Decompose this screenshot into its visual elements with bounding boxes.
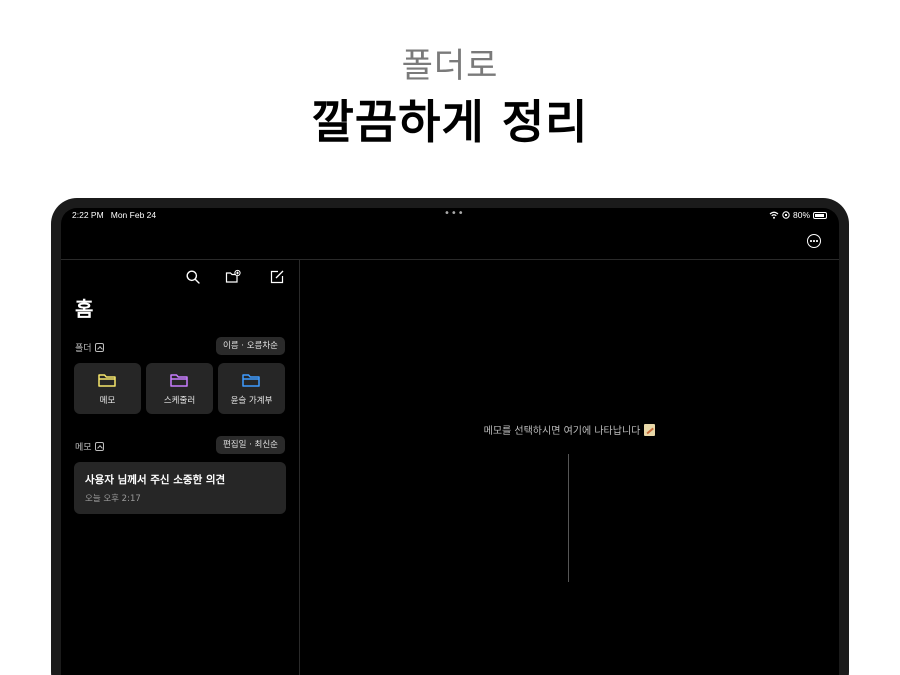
status-date: Mon Feb 24 [110,210,157,220]
search-icon[interactable] [185,269,201,285]
memo-sort-button[interactable]: 편집일 · 최신순 [215,436,285,454]
compose-icon[interactable] [269,269,285,285]
folder-card-budget[interactable]: 윤슬 가계부 [218,363,285,414]
detail-placeholder: 메모를 선택하시면 여기에 나타납니다 [300,422,839,437]
status-time: 2:22 PM [72,210,104,220]
folder-name: 윤슬 가계부 [230,396,273,406]
memo-timestamp: 오늘 오후 2:17 [85,494,141,504]
folder-add-icon[interactable] [225,269,241,285]
folder-name: 스케줄러 [163,396,196,406]
detail-placeholder-text: 메모를 선택하시면 여기에 나타납니다 [483,426,641,437]
chevron-up-icon[interactable] [94,442,104,451]
folder-name: 메모 [99,396,116,406]
memo-section-label: 메모 [75,443,92,453]
folder-icon [170,374,188,387]
chevron-up-icon[interactable] [94,343,104,352]
text-cursor [568,454,569,582]
memo-list-item[interactable]: 사용자 님께서 주신 소중한 의견 오늘 오후 2:17 [74,462,286,514]
folder-sort-button[interactable]: 이름 · 오름차순 [215,337,285,355]
status-bar: 2:22 PM Mon Feb 24 ••• 80% [61,208,839,224]
folder-section-header[interactable]: 폴더 [75,341,104,354]
battery-percent: 80% [792,210,810,220]
folder-icon [98,374,116,387]
multitasking-dots-icon[interactable]: ••• [444,208,465,219]
folder-section-label: 폴더 [75,344,92,354]
sidebar: 홈 폴더 이름 · 오름차순 메모 스케줄러 윤슬 가계부 메모 편집일 · 최… [61,260,299,675]
page-title: 홈 [75,297,94,321]
memo-emoji-icon [644,424,656,436]
folder-icon [242,374,260,387]
app-screen: 2:22 PM Mon Feb 24 ••• 80% 홈 폴더 이름 · 오름차… [61,208,839,675]
memo-section-header[interactable]: 메모 [75,440,104,453]
folder-card-scheduler[interactable]: 스케줄러 [146,363,213,414]
pane-divider [299,260,300,675]
ellipsis-circle-icon[interactable] [807,234,821,248]
wifi-icon [769,211,779,219]
battery-icon [813,211,827,219]
folder-card-memo[interactable]: 메모 [74,363,141,414]
headline-title: 깔끔하게 정리 [311,95,589,149]
tablet-frame: 2:22 PM Mon Feb 24 ••• 80% 홈 폴더 이름 · 오름차… [51,198,849,675]
headline-subtitle: 폴더로 [401,46,499,86]
memo-title: 사용자 님께서 주신 소중한 의견 [85,474,226,486]
orientation-lock-icon [782,211,790,219]
